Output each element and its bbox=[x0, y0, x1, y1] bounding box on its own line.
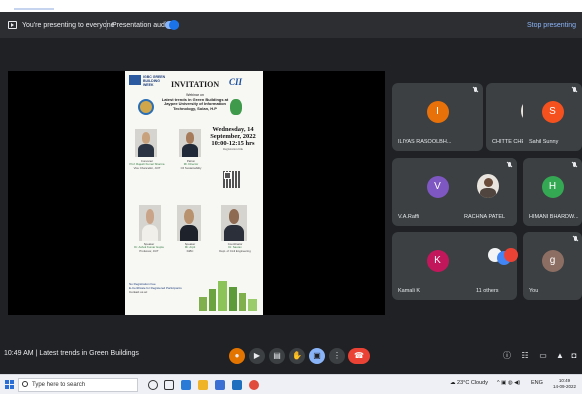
participant-name: RACHNA PATEL bbox=[464, 214, 506, 220]
chat-icon[interactable]: ▭ bbox=[535, 348, 551, 364]
meeting-details: 10:49 AM | Latest trends in Green Buildi… bbox=[4, 350, 139, 357]
info-icon[interactable]: ⓘ bbox=[499, 348, 515, 364]
muted-mic-icon bbox=[507, 162, 512, 169]
browser-top-strip bbox=[0, 0, 582, 12]
tray-icons[interactable]: ^ ▣ ◍ ◀) bbox=[497, 380, 520, 386]
end-call-icon[interactable]: ☎ bbox=[348, 348, 370, 364]
divider bbox=[106, 20, 107, 30]
date-line-2: September, 2022 bbox=[210, 133, 256, 140]
others-count: 11 others bbox=[476, 288, 499, 294]
speaker-photo-5 bbox=[221, 205, 247, 241]
intro-line-3: Jaypee University of Information Technol… bbox=[163, 101, 226, 111]
presentation-audio-label: Presentation audio bbox=[112, 22, 171, 29]
store-icon[interactable] bbox=[215, 380, 225, 390]
cortana-icon[interactable] bbox=[148, 380, 158, 390]
speaker-photo-1 bbox=[135, 129, 157, 157]
invitation-slide: IGBC GREEN BUILDING WEEK INVITATION CII … bbox=[125, 71, 263, 315]
muted-mic-icon bbox=[572, 162, 577, 169]
slide-title: INVITATION bbox=[171, 80, 220, 89]
language-indicator[interactable]: ENG bbox=[531, 380, 543, 386]
search-icon bbox=[22, 381, 28, 387]
org-name: IGBC GREEN BUILDING WEEK bbox=[143, 75, 166, 87]
green-leaf-logo-icon bbox=[230, 99, 242, 115]
taskbar-clock[interactable]: 10:49 14-09-2022 bbox=[553, 378, 576, 390]
edge-icon[interactable] bbox=[181, 380, 191, 390]
participant-tile[interactable]: H HIMANI BHARDW... bbox=[523, 158, 582, 226]
participant-name: Sahil Sunny bbox=[529, 139, 559, 145]
speaker-caption-3: Speaker Dr. Ashok Kumar Gupta Professor,… bbox=[134, 242, 164, 253]
taskbar-search[interactable]: Type here to search bbox=[18, 378, 138, 392]
speaker-photo-3 bbox=[139, 205, 161, 241]
others-tile[interactable]: 11 others bbox=[458, 232, 518, 300]
weather-icon: ☁ bbox=[450, 380, 456, 386]
qr-code-icon bbox=[223, 171, 240, 188]
date-line-3: 10:00-12:15 hrs bbox=[211, 140, 255, 147]
participant-tile[interactable]: I ILIYAS RASOOLBH... bbox=[392, 83, 483, 151]
tab-indicator bbox=[14, 8, 54, 10]
green-city-illustration bbox=[197, 277, 259, 311]
present-icon[interactable]: ▣ bbox=[309, 348, 325, 364]
raise-hand-icon[interactable]: ✋ bbox=[289, 348, 305, 364]
slide-footnote: No Registration Fee E-Certificate for Re… bbox=[129, 282, 182, 294]
chrome-icon[interactable] bbox=[249, 380, 259, 390]
registration-note: Registration link bbox=[222, 147, 244, 151]
participant-name: ILIYAS RASOOLBH... bbox=[398, 139, 452, 145]
date-line-1: Wednesday, 14 bbox=[212, 126, 254, 133]
meeting-control-bar: 10:49 AM | Latest trends in Green Buildi… bbox=[0, 340, 582, 374]
participant-tile[interactable]: S Sahil Sunny bbox=[523, 83, 582, 151]
search-placeholder: Type here to search bbox=[32, 382, 86, 388]
clock-date: 14-09-2022 bbox=[553, 384, 577, 389]
avatar: g bbox=[541, 250, 564, 272]
avatar bbox=[476, 174, 499, 198]
windows-start-icon[interactable] bbox=[5, 380, 15, 390]
lock-icon[interactable]: ◘ bbox=[566, 348, 582, 364]
task-view-icon[interactable] bbox=[164, 380, 174, 390]
alert-icon bbox=[573, 236, 578, 243]
university-seal-icon bbox=[138, 99, 154, 115]
muted-mic-icon bbox=[473, 87, 478, 94]
slide-intro: Webinar on Latest trends in Green Buildi… bbox=[155, 93, 235, 111]
more-icon[interactable]: ⋮ bbox=[329, 348, 345, 364]
participant-name: HIMANI BHARDW... bbox=[529, 214, 579, 220]
captions-icon[interactable]: ▤ bbox=[269, 348, 285, 364]
self-tile[interactable]: g You bbox=[523, 232, 582, 300]
speaker-caption-5: Coordinator Dr. Saurav Dept. of Civil En… bbox=[219, 242, 251, 253]
separator: | bbox=[35, 350, 38, 357]
windows-taskbar: Type here to search ☁ 23°C Cloudy ^ ▣ ◍ … bbox=[0, 374, 582, 394]
igbc-logo bbox=[129, 75, 141, 85]
participant-name: V.A.Raffi bbox=[398, 214, 420, 220]
camera-icon[interactable]: ▶ bbox=[249, 348, 265, 364]
avatar: I bbox=[426, 101, 449, 123]
mail-icon[interactable] bbox=[232, 380, 242, 390]
file-explorer-icon[interactable] bbox=[198, 380, 208, 390]
speaker-caption-1: Convener Prof. Rajesh Kumar Sharma Vice … bbox=[129, 159, 165, 170]
avatar: H bbox=[541, 176, 564, 198]
presenting-bar: You're presenting to everyone Presentati… bbox=[0, 12, 582, 38]
avatar: V bbox=[426, 176, 449, 198]
speaker-caption-2: Patron Mr. Director CII Sustainability bbox=[180, 159, 202, 170]
participant-tile[interactable]: RACHNA PATEL bbox=[458, 158, 517, 226]
participant-name: You bbox=[529, 288, 539, 294]
presenting-status: You're presenting to everyone bbox=[22, 22, 115, 29]
speaker-photo-4 bbox=[177, 205, 201, 241]
people-icon[interactable]: ☷ bbox=[517, 348, 533, 364]
cii-logo: CII bbox=[229, 77, 243, 87]
muted-mic-icon bbox=[572, 87, 577, 94]
meeting-title: Latest trends in Green Buildings bbox=[39, 350, 139, 357]
avatar: S bbox=[541, 101, 564, 123]
mic-icon[interactable]: ● bbox=[229, 348, 245, 364]
speaker-caption-4: Speaker Mr. Arpit IGBC bbox=[184, 242, 196, 253]
avatar: K bbox=[426, 250, 449, 272]
stop-presenting-button[interactable]: Stop presenting bbox=[527, 22, 576, 29]
meeting-time: 10:49 AM bbox=[4, 350, 34, 357]
others-avatars bbox=[488, 248, 518, 268]
event-date-block: Wednesday, 14 September, 2022 10:00-12:1… bbox=[207, 126, 259, 152]
speaker-photo-2 bbox=[179, 129, 201, 157]
presentation-audio-toggle[interactable] bbox=[165, 20, 179, 30]
participant-name: Kamali K bbox=[398, 288, 421, 294]
weather-status[interactable]: ☁ 23°C Cloudy bbox=[450, 380, 488, 386]
present-screen-icon bbox=[8, 21, 17, 29]
